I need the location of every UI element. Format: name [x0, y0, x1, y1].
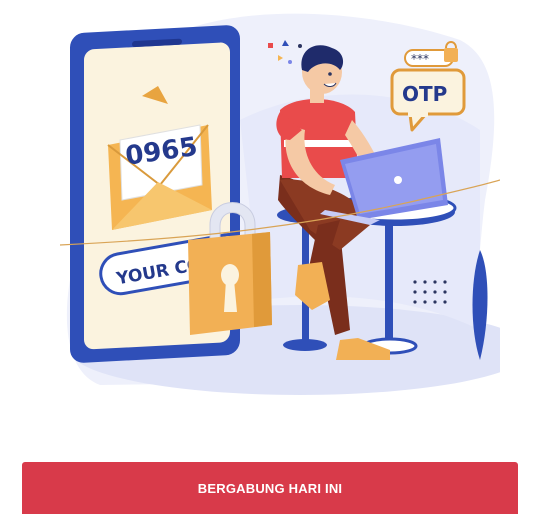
join-today-button[interactable]: BERGABUNG HARI INI: [22, 462, 518, 514]
otp-label: OTP: [402, 82, 447, 106]
page: 0965 YOUR CODE OTP *** BERGABUNG HARI IN…: [0, 0, 540, 518]
password-mask: ***: [411, 52, 429, 66]
otp-illustration: 0965 YOUR CODE OTP ***: [59, 13, 500, 395]
